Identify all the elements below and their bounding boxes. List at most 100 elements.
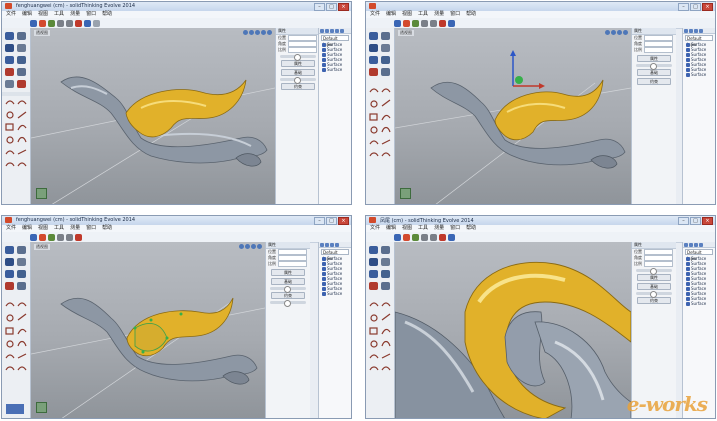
property-button[interactable]: 属性 xyxy=(281,60,315,67)
minimize-button[interactable]: – xyxy=(678,217,689,225)
menu-measure[interactable]: 测量 xyxy=(70,225,80,232)
close-button[interactable]: × xyxy=(702,3,713,11)
new-icon[interactable] xyxy=(30,19,37,27)
save-icon[interactable] xyxy=(412,233,419,241)
tool-icons[interactable] xyxy=(366,28,394,205)
base-button[interactable]: 基础 xyxy=(271,278,305,285)
shade-icon[interactable] xyxy=(448,19,455,27)
menu-tools[interactable]: 工具 xyxy=(54,225,64,232)
property-button[interactable]: 属性 xyxy=(637,274,671,281)
browser-toolbar[interactable] xyxy=(319,242,351,248)
menu-view[interactable]: 视图 xyxy=(38,11,48,18)
menu-tools[interactable]: 工具 xyxy=(418,11,428,18)
menu-measure[interactable]: 测量 xyxy=(434,225,444,232)
menu-edit[interactable]: 编辑 xyxy=(386,225,396,232)
layer-dropdown[interactable]: Default layer xyxy=(685,35,713,47)
perspective-viewport[interactable]: 透视图 xyxy=(31,28,275,204)
menu-measure[interactable]: 测量 xyxy=(434,11,444,18)
tool-icons[interactable] xyxy=(2,28,30,205)
open-icon[interactable] xyxy=(403,19,410,27)
shade-icon[interactable] xyxy=(448,233,455,241)
new-icon[interactable] xyxy=(394,19,401,27)
param-slider[interactable] xyxy=(636,63,672,70)
open-icon[interactable] xyxy=(39,233,46,241)
browser-toolbar[interactable] xyxy=(683,242,715,248)
menu-help[interactable]: 帮助 xyxy=(102,225,112,232)
base-button[interactable]: 基础 xyxy=(281,69,315,76)
undo-icon[interactable] xyxy=(57,233,64,241)
scale-field[interactable] xyxy=(288,47,317,53)
minimize-button[interactable]: – xyxy=(314,217,325,225)
close-button[interactable]: × xyxy=(702,217,713,225)
redo-icon[interactable] xyxy=(66,19,73,27)
undo-icon[interactable] xyxy=(421,233,428,241)
undo-icon[interactable] xyxy=(421,19,428,27)
param-slider-2[interactable] xyxy=(636,291,672,298)
tool-icons[interactable] xyxy=(366,242,394,419)
menu-view[interactable]: 视图 xyxy=(402,225,412,232)
layer-dropdown[interactable]: Default layer xyxy=(321,35,349,47)
open-icon[interactable] xyxy=(403,233,410,241)
menu-window[interactable]: 窗口 xyxy=(86,225,96,232)
menu-measure[interactable]: 测量 xyxy=(70,11,80,18)
layer-dropdown[interactable]: Default layer xyxy=(685,249,713,261)
close-button[interactable]: × xyxy=(338,3,349,11)
constraint-button[interactable]: 约束 xyxy=(637,78,671,85)
menu-file[interactable]: 文件 xyxy=(370,225,380,232)
param-slider[interactable] xyxy=(636,268,672,275)
tree-item[interactable]: Surface xyxy=(319,67,351,72)
shade-icon[interactable] xyxy=(84,19,91,27)
render-icon[interactable] xyxy=(439,233,446,241)
param-slider-2[interactable] xyxy=(270,300,306,307)
menu-view[interactable]: 视图 xyxy=(38,225,48,232)
browser-toolbar[interactable] xyxy=(683,28,715,34)
maximize-button[interactable]: □ xyxy=(326,3,337,11)
minimize-button[interactable]: – xyxy=(678,3,689,11)
param-slider[interactable] xyxy=(280,54,316,61)
menu-tools[interactable]: 工具 xyxy=(54,11,64,18)
menu-window[interactable]: 窗口 xyxy=(450,225,460,232)
render-icon[interactable] xyxy=(439,19,446,27)
menu-help[interactable]: 帮助 xyxy=(466,225,476,232)
render-icon[interactable] xyxy=(75,19,82,27)
save-icon[interactable] xyxy=(48,19,55,27)
menu-file[interactable]: 文件 xyxy=(6,11,16,18)
grid-icon[interactable] xyxy=(93,19,100,27)
property-button[interactable]: 属性 xyxy=(637,55,671,62)
open-icon[interactable] xyxy=(39,19,46,27)
menu-file[interactable]: 文件 xyxy=(6,225,16,232)
perspective-viewport[interactable]: 透视图 xyxy=(395,28,631,204)
minimize-button[interactable]: – xyxy=(314,3,325,11)
menu-edit[interactable]: 编辑 xyxy=(386,11,396,18)
menu-view[interactable]: 视图 xyxy=(402,11,412,18)
tool-icons[interactable] xyxy=(2,242,30,419)
maximize-button[interactable]: □ xyxy=(326,217,337,225)
zoomed-viewport[interactable] xyxy=(395,242,631,418)
constraint-button[interactable]: 约束 xyxy=(271,292,305,299)
maximize-button[interactable]: □ xyxy=(690,3,701,11)
menu-window[interactable]: 窗口 xyxy=(86,11,96,18)
menu-help[interactable]: 帮助 xyxy=(466,11,476,18)
save-icon[interactable] xyxy=(48,233,55,241)
base-button[interactable]: 基础 xyxy=(637,69,671,76)
redo-icon[interactable] xyxy=(66,233,73,241)
tree-item[interactable]: Surface xyxy=(683,301,715,306)
menu-file[interactable]: 文件 xyxy=(370,11,380,18)
menu-window[interactable]: 窗口 xyxy=(450,11,460,18)
menu-edit[interactable]: 编辑 xyxy=(22,11,32,18)
menu-help[interactable]: 帮助 xyxy=(102,11,112,18)
tree-item[interactable]: Surface xyxy=(683,72,715,77)
perspective-viewport[interactable]: 透视图 xyxy=(31,242,265,418)
menu-tools[interactable]: 工具 xyxy=(418,225,428,232)
close-button[interactable]: × xyxy=(338,217,349,225)
scale-field[interactable] xyxy=(644,261,673,267)
save-icon[interactable] xyxy=(412,19,419,27)
layer-dropdown[interactable]: Default layer xyxy=(321,249,349,261)
maximize-button[interactable]: □ xyxy=(690,217,701,225)
base-button[interactable]: 基础 xyxy=(637,283,671,290)
redo-icon[interactable] xyxy=(430,19,437,27)
property-button[interactable]: 属性 xyxy=(271,269,305,276)
scale-field[interactable] xyxy=(644,47,673,53)
param-slider[interactable] xyxy=(270,286,306,293)
menu-edit[interactable]: 编辑 xyxy=(22,225,32,232)
